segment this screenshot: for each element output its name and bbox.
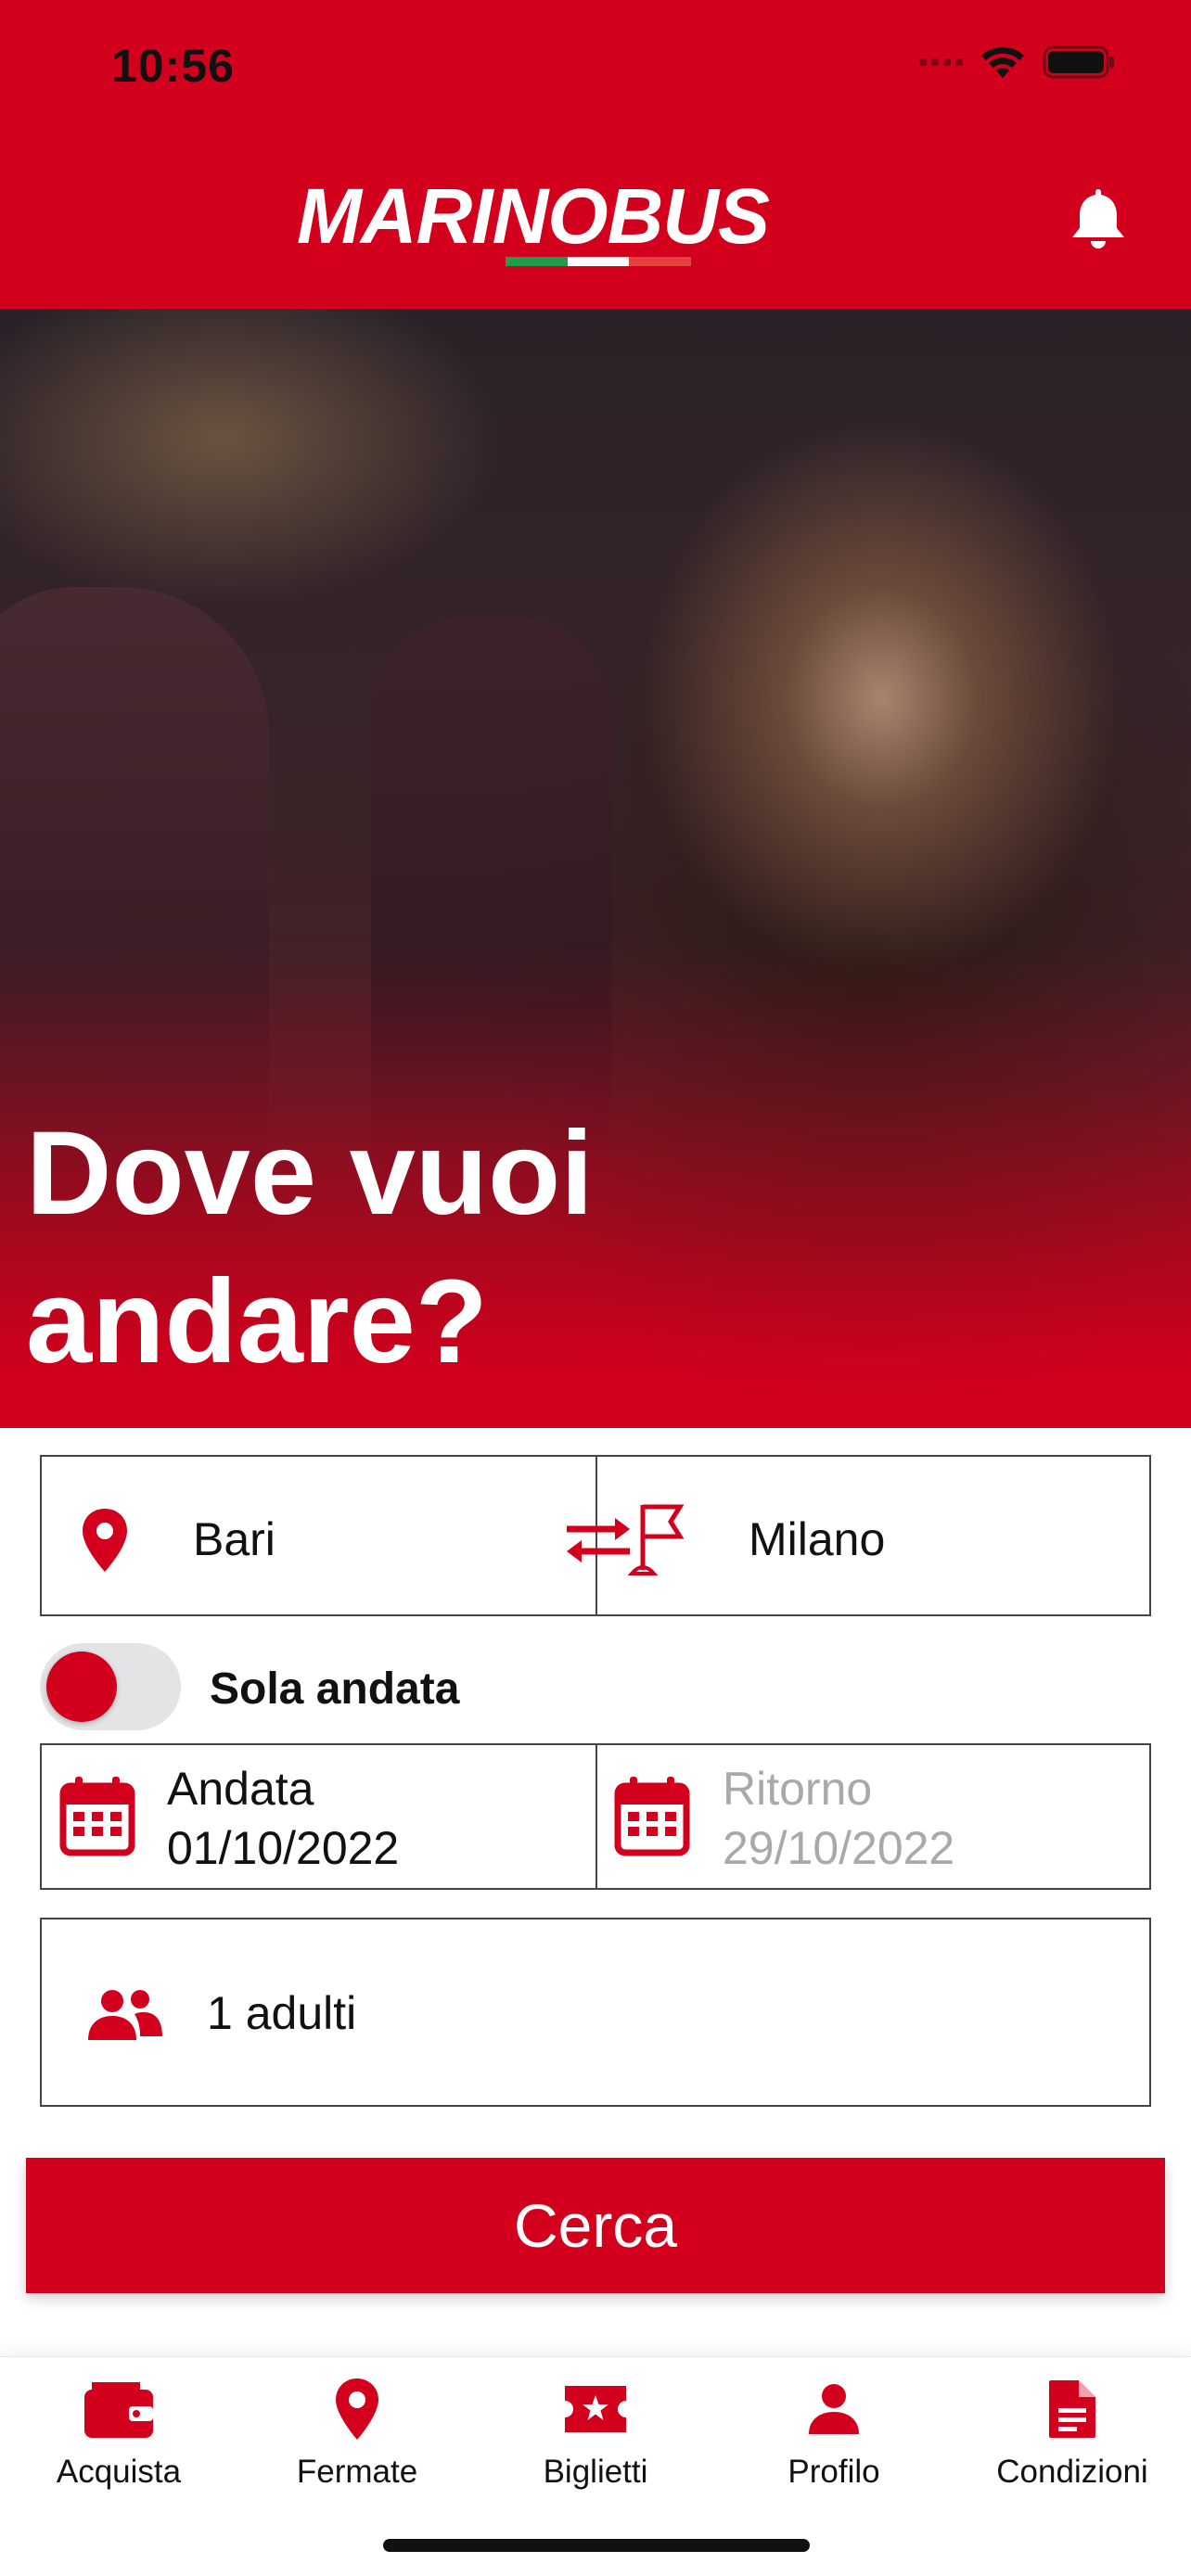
tab-acquista[interactable]: Acquista — [0, 2372, 237, 2502]
hero-title: Dove vuoi andare? — [26, 1107, 594, 1388]
tab-profilo[interactable]: Profilo — [715, 2372, 953, 2502]
outbound-date-field[interactable]: Andata 01/10/2022 — [167, 1759, 399, 1878]
return-date-field[interactable]: Ritorno 29/10/2022 — [723, 1759, 954, 1878]
tab-label: Condizioni — [996, 2454, 1148, 2490]
marinobus-logo: MARINOBUS — [297, 172, 900, 274]
app-header: 10:56 MARINOBUS — [0, 0, 1191, 309]
battery-icon — [1043, 45, 1114, 79]
passengers-field[interactable]: 1 adulti — [40, 1918, 1151, 2107]
origin-field[interactable]: Bari — [193, 1512, 275, 1566]
map-pin-icon — [336, 2378, 378, 2440]
wallet-icon — [84, 2382, 153, 2438]
date-selector: Andata 01/10/2022 Ritorno 29/10/2022 — [40, 1743, 1151, 1890]
outbound-date: 01/10/2022 — [167, 1822, 400, 1874]
search-button[interactable]: Cerca — [26, 2158, 1165, 2293]
document-icon — [1049, 2380, 1095, 2438]
tab-fermate[interactable]: Fermate — [238, 2372, 476, 2502]
ticket-star-icon — [565, 2386, 626, 2432]
home-indicator[interactable] — [383, 2539, 810, 2552]
italian-flag-stripe — [506, 257, 692, 266]
bell-icon[interactable] — [1069, 184, 1128, 252]
tab-label: Biglietti — [543, 2454, 648, 2490]
status-time: 10:56 — [111, 40, 235, 92]
one-way-label: Sola andata — [210, 1664, 460, 1714]
logo-text-bus: BUS — [607, 172, 770, 260]
route-selector: Bari Milano — [40, 1455, 1151, 1616]
wifi-icon — [981, 46, 1024, 78]
passengers-value: 1 adulti — [207, 1987, 357, 2039]
map-pin-icon — [83, 1509, 127, 1572]
calendar-icon — [59, 1777, 135, 1856]
destination-field[interactable]: Milano — [749, 1512, 885, 1566]
cellular-signal-icon — [919, 58, 963, 66]
one-way-toggle[interactable] — [40, 1643, 181, 1730]
logo-text-marino: MARINO — [297, 172, 608, 260]
hero-banner: Dove vuoi andare? — [0, 309, 1191, 1428]
people-icon — [88, 1990, 162, 2040]
return-label: Ritorno — [723, 1763, 873, 1815]
calendar-icon — [614, 1777, 690, 1856]
return-date: 29/10/2022 — [723, 1822, 955, 1874]
tab-biglietti[interactable]: Biglietti — [477, 2372, 714, 2502]
outbound-label: Andata — [167, 1763, 314, 1815]
swap-route-icon[interactable] — [561, 1496, 710, 1581]
toggle-knob — [46, 1651, 117, 1722]
status-icons — [919, 45, 1117, 80]
tab-label: Acquista — [56, 2454, 182, 2490]
tab-label: Profilo — [788, 2454, 880, 2490]
person-icon — [809, 2384, 859, 2434]
tab-label: Fermate — [296, 2454, 418, 2490]
tab-condizioni[interactable]: Condizioni — [954, 2372, 1191, 2502]
